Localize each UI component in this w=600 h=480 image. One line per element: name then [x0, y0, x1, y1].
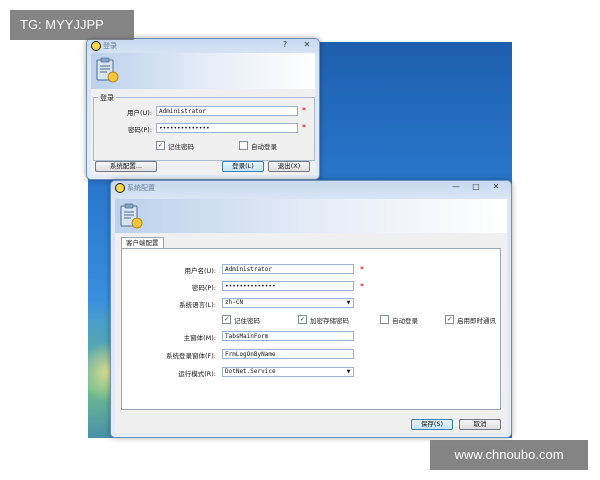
settings-username-input[interactable]	[222, 264, 354, 274]
settings-client-area: 客户端配置 用户名(U): * 密码(P): * 系统语言(L): zh-CN …	[115, 199, 507, 433]
remember-password-checkbox[interactable]: ✓ 记住密码	[156, 140, 194, 151]
login-form-label: 系统登录窗体(F):	[165, 352, 216, 360]
instant-comm-check[interactable]: ✓	[445, 314, 454, 324]
instant-comm-label: 启用即时通讯	[457, 317, 496, 325]
settings-auto-login-checkbox[interactable]: 自动登录	[380, 314, 418, 325]
chevron-down-icon[interactable]: ▼	[345, 300, 352, 306]
language-select[interactable]: zh-CN ▼	[222, 298, 354, 308]
password-input[interactable]	[156, 123, 298, 133]
settings-button[interactable]: 系统配置...	[95, 161, 157, 172]
language-label: 系统语言(L):	[179, 301, 216, 309]
remember-password-check[interactable]: ✓	[156, 140, 165, 150]
login-client-area: 登录 用户(U): * 密码(P): * ✓记住密码 自动登录 系统配置... …	[91, 53, 315, 175]
auto-login-label: 自动登录	[251, 143, 277, 151]
settings-window: 系统配置 — □ ✕ 客户端配置 用户名(U): * 密码(P): * 系统语言…	[110, 180, 512, 438]
instant-comm-checkbox[interactable]: ✓ 启用即时通讯	[445, 314, 496, 325]
settings-remember-password-check[interactable]: ✓	[222, 314, 231, 324]
settings-username-label: 用户名(U):	[184, 267, 216, 275]
login-titlebar[interactable]: 登录 ? ✕	[87, 39, 319, 53]
login-banner	[91, 53, 315, 89]
app-icon	[115, 183, 125, 193]
settings-remember-password-checkbox[interactable]: ✓ 记住密码	[222, 314, 260, 325]
chevron-down-icon[interactable]: ▼	[345, 369, 352, 375]
login-window-title: 登录	[103, 42, 117, 50]
encrypt-password-label: 加密存储密码	[310, 317, 349, 325]
minimize-button[interactable]: —	[449, 181, 463, 193]
remember-password-label: 记住密码	[168, 143, 194, 151]
encrypt-password-checkbox[interactable]: ✓ 加密存储密码	[298, 314, 349, 325]
exit-button[interactable]: 退出(X)	[268, 161, 310, 172]
password-label: 密码(P):	[127, 126, 152, 134]
run-mode-value: DotNet.Service	[225, 368, 276, 375]
settings-username-required-mark: *	[360, 265, 364, 274]
auto-login-checkbox[interactable]: 自动登录	[239, 140, 277, 151]
login-window: 登录 ? ✕ 登录 用户(U): * 密码(P): * ✓记住密码	[86, 38, 320, 180]
close-button[interactable]: ✕	[489, 181, 503, 193]
settings-password-required-mark: *	[360, 282, 364, 291]
app-icon	[91, 41, 101, 51]
password-required-mark: *	[302, 123, 306, 132]
main-form-input[interactable]	[222, 331, 354, 341]
login-groupbox: 登录 用户(U): * 密码(P): * ✓记住密码 自动登录	[93, 93, 315, 161]
help-button[interactable]: ?	[278, 39, 292, 51]
settings-auto-login-check[interactable]	[380, 314, 389, 324]
watermark-top-left: TG: MYYJJPP	[10, 10, 134, 40]
maximize-button[interactable]: □	[469, 181, 483, 193]
login-form-input[interactable]	[222, 349, 354, 359]
encrypt-password-check[interactable]: ✓	[298, 314, 307, 324]
username-input[interactable]	[156, 106, 298, 116]
settings-password-label: 密码(P):	[191, 284, 216, 292]
settings-titlebar[interactable]: 系统配置 — □ ✕	[111, 181, 511, 195]
settings-remember-password-label: 记住密码	[234, 317, 260, 325]
run-mode-select[interactable]: DotNet.Service ▼	[222, 367, 354, 377]
watermark-bottom-right: www.chnoubo.com	[430, 440, 588, 470]
clipboard-logo-icon	[96, 57, 119, 83]
username-required-mark: *	[302, 106, 306, 115]
run-mode-label: 运行模式(R):	[178, 370, 216, 378]
save-button[interactable]: 保存(S)	[411, 419, 453, 430]
cancel-button[interactable]: 取消	[459, 419, 501, 430]
settings-auto-login-label: 自动登录	[392, 317, 418, 325]
login-button[interactable]: 登录(L)	[222, 161, 264, 172]
main-form-label: 主窗体(M):	[183, 334, 216, 342]
login-group-title: 登录	[98, 93, 116, 103]
auto-login-check[interactable]	[239, 140, 248, 150]
clipboard-logo-icon	[120, 203, 143, 229]
settings-banner	[115, 199, 507, 233]
username-label: 用户(U):	[126, 109, 152, 117]
language-value: zh-CN	[225, 299, 244, 306]
settings-window-title: 系统配置	[127, 184, 155, 192]
settings-password-input[interactable]	[222, 281, 354, 291]
close-button[interactable]: ✕	[300, 39, 314, 51]
client-config-panel: 用户名(U): * 密码(P): * 系统语言(L): zh-CN ▼ ✓记住密…	[121, 248, 501, 410]
